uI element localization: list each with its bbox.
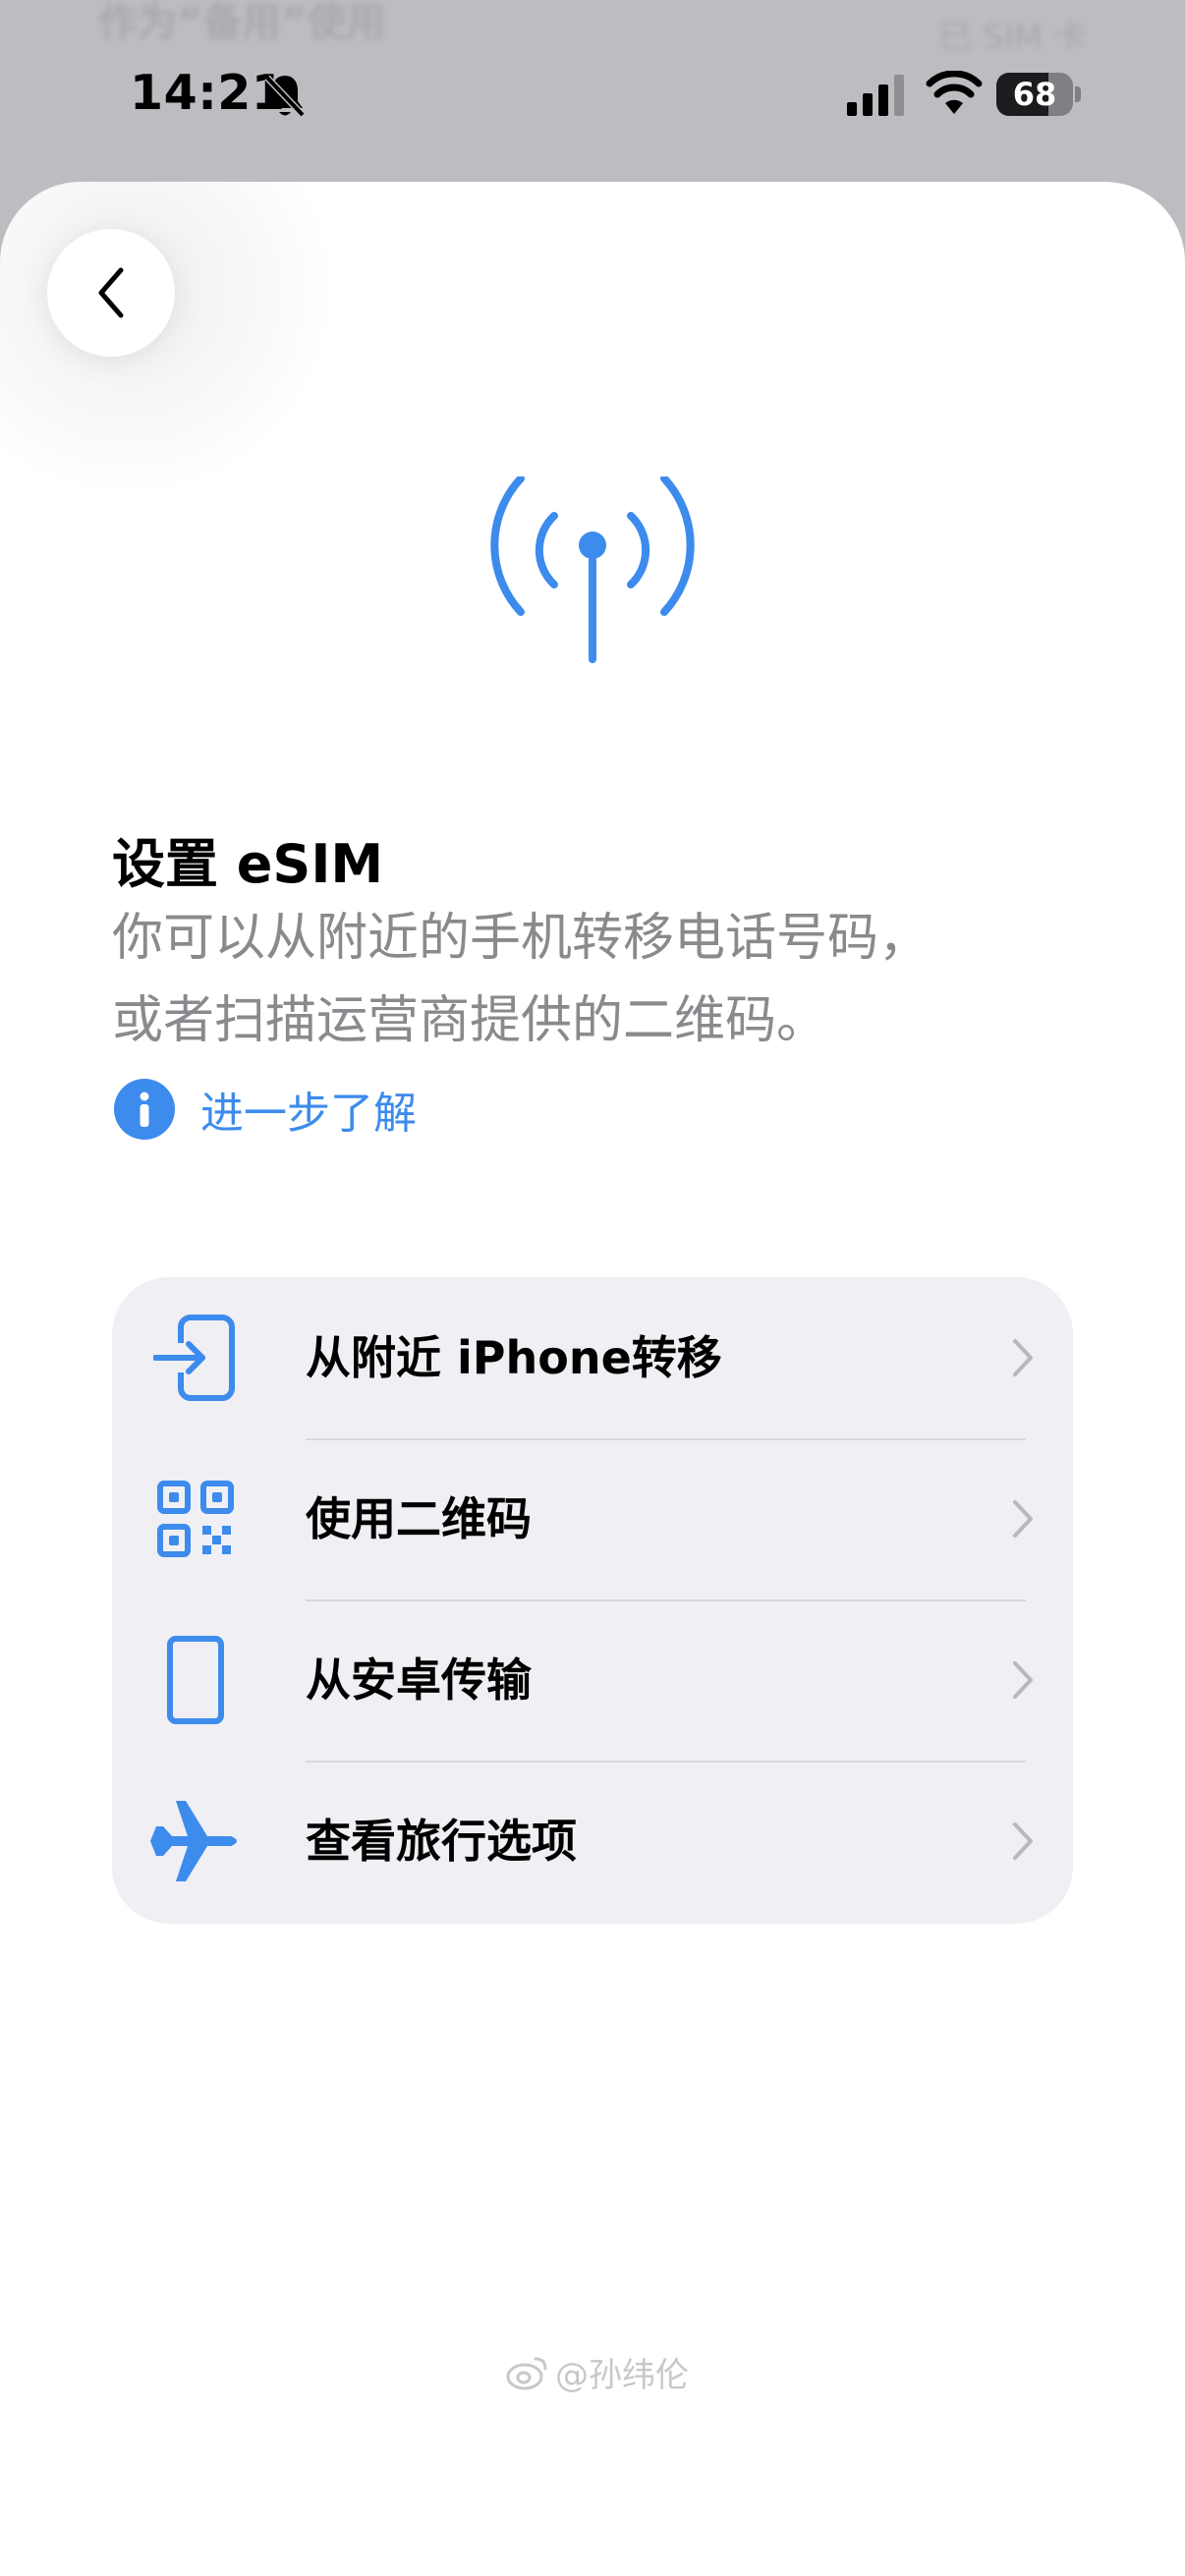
cellular-signal-icon	[847, 75, 904, 116]
esim-setup-sheet: 设置 eSIM 你可以从附近的手机转移电话号码， 或者扫描运营商提供的二维码。 …	[0, 182, 1185, 2576]
bell-slash-icon	[264, 75, 306, 118]
option-travel-options[interactable]: 查看旅行选项	[112, 1761, 1073, 1922]
wifi-icon	[926, 71, 983, 114]
battery-icon: 68	[996, 73, 1073, 116]
android-phone-icon	[141, 1599, 250, 1761]
option-label: 从附近 iPhone转移	[306, 1331, 722, 1384]
learn-more-label: 进一步了解	[200, 1089, 417, 1139]
battery-level: 68	[1012, 76, 1057, 113]
esim-options-list: 从附近 iPhone转移 使用二维码 从安卓传输 查看旅行选项	[112, 1277, 1073, 1924]
option-label: 从安卓传输	[306, 1653, 532, 1707]
chevron-right-icon	[1013, 1661, 1033, 1699]
learn-more-link[interactable]: 进一步了解	[114, 1078, 417, 1141]
phone-transfer-icon	[141, 1277, 250, 1438]
back-button[interactable]	[47, 229, 175, 357]
antenna-icon	[490, 476, 695, 663]
chevron-right-icon	[1013, 1339, 1033, 1376]
option-use-qr-code[interactable]: 使用二维码	[112, 1438, 1073, 1599]
status-bar: 14:21 68	[0, 0, 1185, 182]
chevron-right-icon	[1013, 1500, 1033, 1538]
page-title: 设置 eSIM	[112, 833, 384, 895]
option-label: 使用二维码	[306, 1492, 532, 1545]
airplane-icon	[141, 1761, 250, 1922]
option-label: 查看旅行选项	[306, 1815, 577, 1868]
battery-tip	[1075, 86, 1081, 102]
info-icon	[114, 1079, 175, 1140]
chevron-right-icon	[1013, 1822, 1033, 1860]
option-transfer-from-android[interactable]: 从安卓传输	[112, 1599, 1073, 1761]
chevron-left-icon	[98, 267, 124, 318]
page-description: 你可以从附近的手机转移电话号码， 或者扫描运营商提供的二维码。	[112, 909, 931, 1050]
status-time: 14:21	[130, 65, 286, 121]
weibo-logo-icon	[506, 2357, 547, 2389]
watermark-text: @孙纬伦	[555, 2356, 689, 2395]
watermark: @孙纬伦	[506, 2348, 689, 2396]
qr-code-icon	[141, 1438, 250, 1599]
option-transfer-from-iphone[interactable]: 从附近 iPhone转移	[112, 1277, 1073, 1438]
back-button-glow	[0, 182, 354, 516]
